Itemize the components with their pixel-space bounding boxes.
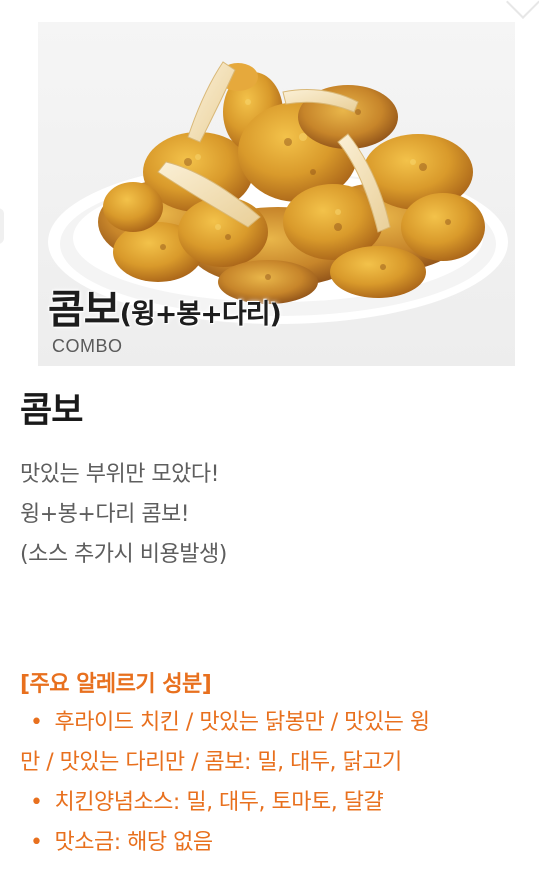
allergy-item: • 맛소금: 해당 없음 [20, 823, 520, 863]
allergy-info: [주요 알레르기 성분] • 후라이드 치킨 / 맛있는 닭봉만 / 맛있는 윙 … [20, 667, 520, 863]
allergy-item-text-line2: 만 / 맛있는 다리만 / 콤보: 밀, 대두, 닭고기 [20, 750, 402, 775]
bullet-icon: • [30, 790, 43, 815]
allergy-item: • 후라이드 치킨 / 맛있는 닭봉만 / 맛있는 윙 만 / 맛있는 다리만 /… [20, 703, 520, 783]
side-scroll-indicator [0, 208, 4, 244]
product-description: 맛있는 부위만 모았다! 윙+봉+다리 콤보! (소스 추가시 비용발생) [20, 455, 227, 575]
allergy-list: • 후라이드 치킨 / 맛있는 닭봉만 / 맛있는 윙 만 / 맛있는 다리만 /… [20, 703, 520, 863]
image-english-title: COMBO [52, 336, 123, 356]
bullet-icon: • [30, 830, 43, 855]
image-title: 콤보(윙+봉+다리) [48, 277, 282, 335]
product-name: 콤보 [20, 391, 83, 431]
allergy-item-text-line1: 후라이드 치킨 / 맛있는 닭봉만 / 맛있는 윙 [54, 710, 430, 735]
scroll-arrow-icon [506, 0, 539, 19]
image-title-sub: (윙+봉+다리) [119, 299, 282, 330]
image-title-main: 콤보 [48, 287, 121, 333]
description-line: 윙+봉+다리 콤보! [20, 502, 190, 527]
allergy-item-text: 치킨양념소스: 밀, 대두, 토마토, 달걀 [54, 790, 384, 815]
allergy-title: [주요 알레르기 성분] [20, 672, 212, 697]
allergy-item-text: 맛소금: 해당 없음 [54, 830, 213, 855]
description-line: 맛있는 부위만 모았다! [20, 462, 219, 487]
allergy-item: • 치킨양념소스: 밀, 대두, 토마토, 달걀 [20, 783, 520, 823]
bullet-icon: • [30, 710, 43, 735]
product-image: 콤보(윙+봉+다리) COMBO [38, 22, 515, 366]
description-line: (소스 추가시 비용발생) [20, 542, 227, 567]
